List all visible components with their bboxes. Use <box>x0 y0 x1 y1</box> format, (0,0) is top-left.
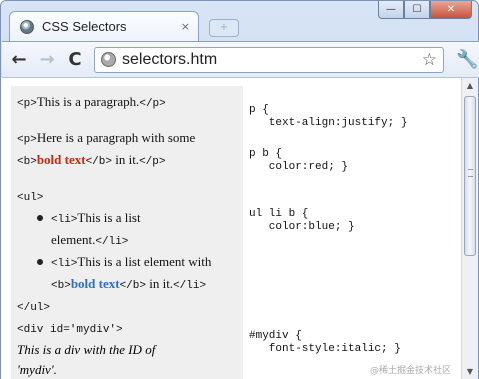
css-declaration: color:red; } <box>249 161 349 173</box>
page-content: <p>This is a paragraph.</p> <p>Here is a… <box>1 78 461 379</box>
b-open-tag: <b> <box>17 156 37 168</box>
css-selector: ul li b { <box>249 208 309 220</box>
css-rule-ul-li-b: ul li b { color:blue; } <box>249 208 459 234</box>
div-open-tag: <div id='mydiv'> <box>17 318 243 340</box>
p1-text: This is a paragraph. <box>36 94 140 109</box>
p2-text: Here is a paragraph with some <box>36 130 196 145</box>
page-favicon-icon <box>20 19 34 34</box>
bullet-icon <box>37 215 43 221</box>
b-open-tag: <b> <box>51 280 71 292</box>
css-declaration: text-align:justify; } <box>249 117 408 129</box>
css-rule-mydiv: #mydiv { font-style:italic; } <box>249 330 459 356</box>
minimize-button[interactable]: — <box>378 1 404 19</box>
browser-toolbar: ← → C selectors.htm ☆ 🔧 <box>2 41 479 78</box>
css-selector: p b { <box>249 148 283 160</box>
li1-text-line1: This is a list <box>77 210 141 225</box>
css-selector: p { <box>249 104 269 116</box>
scroll-up-icon[interactable]: ▲ <box>465 81 475 90</box>
li-open-tag: <li> <box>51 214 78 226</box>
tab-css-selectors[interactable]: CSS Selectors × <box>9 11 199 41</box>
b-close-tag: </b> <box>119 280 146 292</box>
b-close-tag: </b> <box>85 156 112 168</box>
address-bar[interactable]: selectors.htm ☆ <box>94 46 444 73</box>
blue-bold-text: bold text <box>70 276 120 291</box>
css-rule-p-b: p b { color:red; } <box>249 148 459 174</box>
p-close-tag: </p> <box>139 98 166 110</box>
css-source-pane: p { text-align:justify; } p b { color:re… <box>249 104 459 356</box>
mydiv-italic-text: This is a div with the ID of <box>17 342 156 357</box>
mydiv-text-line1: This is a div with the ID of <box>17 340 243 360</box>
paragraph-1: <p>This is a paragraph.</p> <box>17 92 243 114</box>
paragraph-2: <p>Here is a paragraph with some <b>bold… <box>17 128 243 172</box>
maximize-button[interactable]: ☐ <box>404 1 430 19</box>
ul-open-tag: <ul> <box>17 186 243 208</box>
div-open-text: <div id='mydiv'> <box>17 324 123 336</box>
li-close-tag: </li> <box>95 236 129 248</box>
html-source-pane: <p>This is a paragraph.</p> <p>Here is a… <box>11 86 243 379</box>
watermark: @稀土掘金技术社区 <box>369 366 451 376</box>
bullet-icon <box>37 259 43 265</box>
forward-button[interactable]: → <box>36 49 58 71</box>
css-declaration: color:blue; } <box>249 221 355 233</box>
bookmark-star-icon[interactable]: ☆ <box>422 50 437 70</box>
reload-button[interactable]: C <box>64 49 86 71</box>
css-rule-p: p { text-align:justify; } <box>249 104 459 130</box>
list-item: <li>This is a list element.</li> <box>17 208 243 252</box>
page-globe-icon <box>101 52 116 67</box>
new-tab-button[interactable]: + <box>209 19 239 37</box>
mydiv-italic-text: 'mydiv'. <box>17 362 57 377</box>
p2-after-text: in it. <box>111 152 140 167</box>
li2-text-line1: This is a list element with <box>77 254 212 269</box>
scroll-down-icon[interactable]: ▼ <box>465 367 475 376</box>
scroll-thumb[interactable] <box>464 96 476 256</box>
mydiv-text-line2: 'mydiv'. <box>17 360 243 379</box>
css-declaration: font-style:italic; } <box>249 343 401 355</box>
li-close-tag: </li> <box>173 280 207 292</box>
p-open-tag: <p> <box>17 98 37 110</box>
wrench-menu-icon[interactable]: 🔧 <box>456 49 478 70</box>
p-close-tag: </p> <box>139 156 166 168</box>
tab-title: CSS Selectors <box>42 19 127 34</box>
li2-after-text: in it. <box>145 276 174 291</box>
red-bold-text: bold text <box>36 152 86 167</box>
close-window-button[interactable]: ✕ <box>430 1 472 19</box>
list-item: <li>This is a list element with <b>bold … <box>17 252 243 296</box>
li-open-tag: <li> <box>51 258 78 270</box>
ul-open-text: <ul> <box>17 192 44 204</box>
ul-close-text: </ul> <box>17 302 51 314</box>
p-open-tag: <p> <box>17 134 37 146</box>
scroll-grip-icon <box>468 169 473 177</box>
li1-text-line2: element. <box>51 232 96 247</box>
ul-close-tag: </ul> <box>17 296 243 318</box>
tab-close-icon[interactable]: × <box>181 20 190 33</box>
css-selector: #mydiv { <box>249 330 302 342</box>
vertical-scrollbar[interactable]: ▲ ▼ <box>461 78 478 379</box>
url-text[interactable]: selectors.htm <box>122 51 422 69</box>
back-button[interactable]: ← <box>8 49 30 71</box>
window-controls: — ☐ ✕ <box>378 1 472 19</box>
